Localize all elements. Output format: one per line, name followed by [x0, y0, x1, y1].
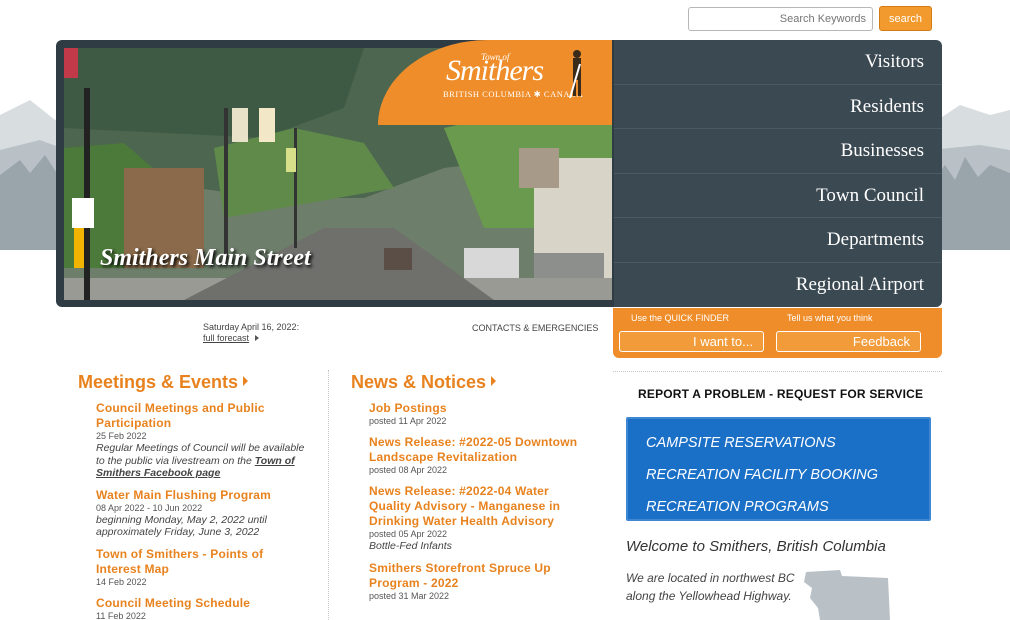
news-date: posted 08 Apr 2022: [369, 465, 448, 475]
meeting-date: 14 Feb 2022: [96, 576, 147, 587]
report-problem-link[interactable]: REPORT A PROBLEM - REQUEST FOR SERVICE: [638, 387, 923, 401]
news-title[interactable]: News Release: #2022-05 Downtown Landscap…: [369, 435, 584, 465]
news-date: posted 11 Apr 2022: [369, 416, 447, 426]
meeting-title[interactable]: Council Meeting Schedule: [96, 596, 306, 611]
list-item: Town of Smithers - Points of Interest Ma…: [96, 547, 306, 588]
list-item: Council Meetings and Public Participatio…: [96, 401, 306, 480]
meeting-desc: Regular Meetings of Council will be avai…: [96, 442, 305, 479]
news-title[interactable]: News Release: #2022-04 Water Quality Adv…: [369, 484, 584, 529]
facility-booking-link[interactable]: RECREATION FACILITY BOOKING: [646, 459, 929, 491]
campsite-reservations-link[interactable]: CAMPSITE RESERVATIONS: [646, 427, 929, 459]
hero-frame: Town of Smithers BRITISH COLUMBIA ✱ CANA…: [56, 40, 614, 307]
arrow-right-icon: [243, 376, 249, 386]
recreation-links-box: CAMPSITE RESERVATIONS RECREATION FACILIT…: [626, 417, 931, 521]
date-text: Saturday April 16, 2022:: [203, 322, 300, 332]
quick-finder-panel: Use the QUICK FINDER Tell us what you th…: [613, 308, 942, 358]
meeting-date: 11 Feb 2022: [96, 610, 146, 620]
meeting-date: 08 Apr 2022 - 10 Jun 2022: [96, 502, 203, 513]
welcome-title: Welcome to Smithers, British Columbia: [626, 538, 886, 555]
feedback-label: Tell us what you think: [787, 313, 873, 323]
news-notices-heading[interactable]: News & Notices: [351, 372, 497, 393]
meeting-title[interactable]: Town of Smithers - Points of Interest Ma…: [96, 547, 306, 577]
logo-name[interactable]: Smithers: [446, 54, 544, 88]
list-item: Job Postings posted 11 Apr 2022: [369, 401, 584, 427]
hero-caption: Smithers Main Street: [100, 245, 311, 271]
list-item: News Release: #2022-05 Downtown Landscap…: [369, 435, 584, 476]
meeting-desc: beginning Monday, May 2, 2022 until appr…: [96, 513, 267, 539]
nav-departments[interactable]: Departments: [614, 218, 942, 263]
recreation-programs-link[interactable]: RECREATION PROGRAMS: [646, 491, 929, 523]
column-divider: [328, 370, 329, 620]
news-title[interactable]: Smithers Storefront Spruce Up Program - …: [369, 561, 584, 591]
news-notices-title: News & Notices: [351, 372, 487, 392]
meetings-events-title: Meetings & Events: [78, 372, 239, 392]
meetings-list: Council Meetings and Public Participatio…: [96, 401, 306, 620]
nav-visitors[interactable]: Visitors: [614, 40, 942, 85]
sidebar-divider: [613, 371, 942, 372]
hero-banner: Town of Smithers BRITISH COLUMBIA ✱ CANA…: [56, 40, 942, 307]
list-item: Council Meeting Schedule 11 Feb 2022: [96, 596, 306, 620]
news-date: posted 31 Mar 2022: [369, 590, 450, 601]
contacts-emergencies-link[interactable]: CONTACTS & EMERGENCIES: [472, 323, 598, 333]
alphorn-player-icon: [569, 50, 581, 99]
bc-map-icon: [804, 570, 890, 620]
quick-finder-label: Use the QUICK FINDER: [631, 313, 730, 323]
list-item: News Release: #2022-04 Water Quality Adv…: [369, 484, 584, 553]
meeting-title[interactable]: Council Meetings and Public Participatio…: [96, 401, 306, 431]
news-date: posted 05 Apr 2022: [369, 529, 448, 539]
nav-town-council[interactable]: Town Council: [614, 174, 942, 218]
full-forecast-link[interactable]: full forecast: [203, 333, 249, 343]
list-item: Smithers Storefront Spruce Up Program - …: [369, 561, 584, 602]
meetings-events-heading[interactable]: Meetings & Events: [78, 372, 249, 393]
news-desc: Bottle-Fed Infants: [369, 540, 452, 552]
news-list: Job Postings posted 11 Apr 2022 News Rel…: [369, 401, 584, 610]
search-button[interactable]: search: [879, 6, 932, 31]
feedback-button[interactable]: Feedback: [776, 331, 921, 352]
news-title[interactable]: Job Postings: [369, 401, 584, 416]
nav-businesses[interactable]: Businesses: [614, 129, 942, 174]
search-input[interactable]: [688, 7, 873, 31]
nav-residents[interactable]: Residents: [614, 85, 942, 129]
arrow-right-icon: [491, 376, 497, 386]
welcome-text: We are located in northwest BC along the…: [626, 571, 795, 603]
logo-province: BRITISH COLUMBIA ✱ CANADA: [443, 89, 584, 99]
i-want-to-button[interactable]: I want to...: [619, 331, 764, 352]
list-item: Water Main Flushing Program 08 Apr 2022 …: [96, 488, 306, 539]
forecast-arrow-icon: [255, 335, 259, 341]
meeting-date: 25 Feb 2022: [96, 431, 147, 441]
meeting-title[interactable]: Water Main Flushing Program: [96, 488, 306, 503]
main-nav: Visitors Residents Businesses Town Counc…: [614, 40, 942, 307]
nav-regional-airport[interactable]: Regional Airport: [614, 263, 942, 308]
